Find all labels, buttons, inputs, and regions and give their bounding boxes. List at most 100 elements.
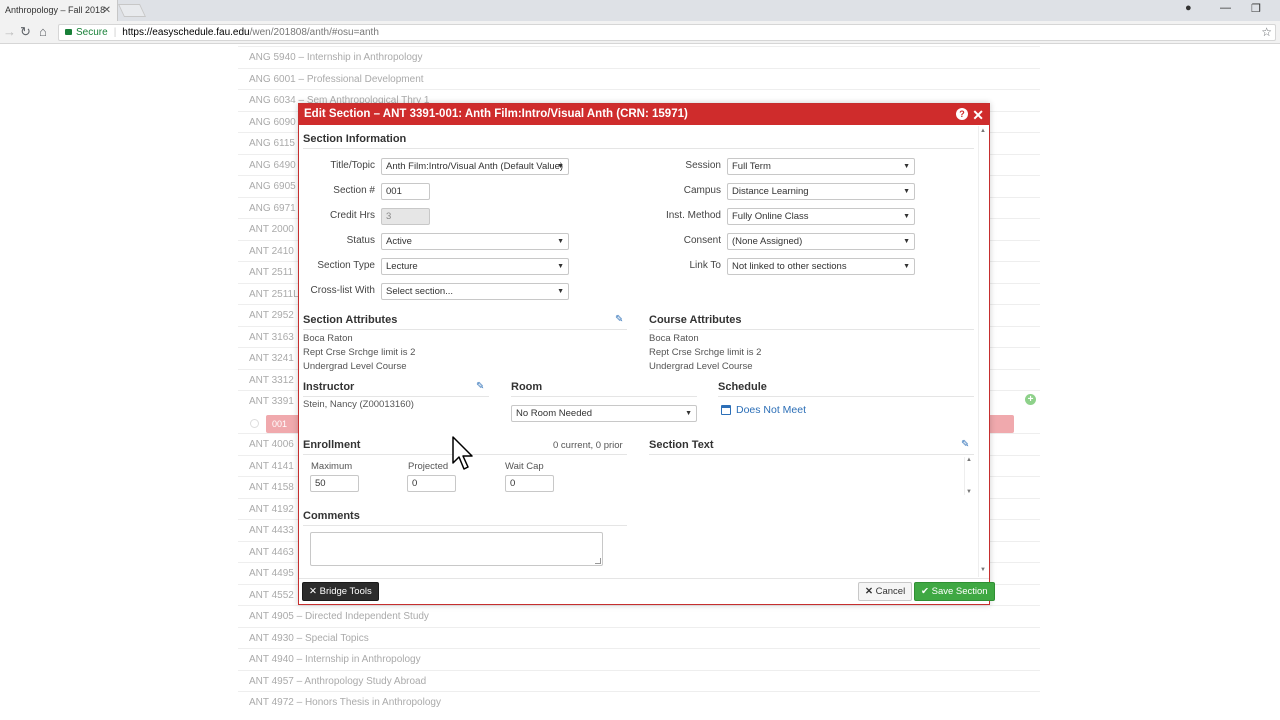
section-attribute: Boca Raton [303,333,353,344]
course-attribute: Rept Crse Srchge limit is 2 [649,347,762,358]
field-label: Consent [683,235,721,246]
course-row[interactable]: ANT 4940 – Internship in Anthropology [238,648,1040,669]
schedule-link[interactable]: Does Not Meet [736,404,806,416]
close-icon[interactable]: ✕ [972,105,984,125]
section-text-scrollbar[interactable]: ▲ ▼ [964,457,972,495]
enrollment-summary: 0 current, 0 prior [553,440,623,451]
browser-tab-title: Anthropology – Fall 2018 [5,5,106,15]
chevron-down-icon: ▼ [557,263,564,270]
instructor-heading: Instructor [303,381,489,397]
section-radio[interactable] [250,419,259,428]
tab-close-icon[interactable]: ✕ [103,0,111,21]
cancel-x-icon: ✕ [865,586,873,597]
resize-grip-icon[interactable] [595,558,601,564]
chevron-down-icon: ▼ [903,238,910,245]
comments-heading: Comments [303,510,627,526]
scroll-down-icon[interactable]: ▼ [966,489,972,495]
edit-section-modal: Edit Section – ANT 3391-001: Anth Film:I… [298,103,995,605]
profile-icon[interactable]: ● [1185,2,1192,14]
scroll-up-icon[interactable]: ▲ [966,457,972,463]
field-label: Title/Topic [330,160,375,171]
field-select-value: (None Assigned) [732,236,803,247]
chevron-down-icon: ▼ [557,238,564,245]
field-select-value: Full Term [732,161,771,172]
maximum-input[interactable]: 50 [310,475,359,492]
url-separator: | [113,27,117,38]
projected-input[interactable]: 0 [407,475,456,492]
save-section-button[interactable]: ✔ Save Section [914,582,995,601]
course-attribute: Undergrad Level Course [649,361,753,372]
field-label: Campus [683,185,721,196]
field-select[interactable]: Select section... ▼ [381,283,569,300]
reload-icon[interactable]: ↻ [20,24,31,40]
secure-label: Secure [76,27,108,38]
field-select-value: Not linked to other sections [732,261,847,272]
schedule-heading: Schedule [718,381,974,397]
cancel-button[interactable]: ✕ Cancel [858,582,913,601]
section-text-heading: Section Text [649,439,974,455]
add-section-icon[interactable]: + [1025,394,1036,405]
comments-textarea[interactable] [310,532,603,566]
modal-scrollbar[interactable] [978,126,988,577]
projected-label: Projected [408,461,449,472]
tools-icon: ✕ [309,586,317,597]
field-select[interactable]: Anth Film:Intro/Visual Anth (Default Val… [381,158,569,175]
course-row[interactable]: ANT 4930 – Special Topics [238,626,1040,648]
field-select-value: Active [386,236,412,247]
minimize-icon[interactable]: — [1220,2,1231,14]
url-host: https://easyschedule.fau.edu [122,27,250,38]
course-row[interactable]: ANG 6001 – Professional Development [238,67,1040,89]
bridge-tools-button[interactable]: ✕ Bridge Tools [302,582,379,601]
edit-instructor-pencil-icon[interactable]: ✎ [476,381,484,392]
field-input[interactable]: 001 [381,183,430,200]
modal-title: Edit Section – ANT 3391-001: Anth Film:I… [304,108,688,120]
field-label: Inst. Method [665,210,721,221]
section-attribute: Undergrad Level Course [303,361,407,372]
lock-icon [65,29,72,35]
field-select[interactable]: Active ▼ [381,233,569,250]
browser-tab[interactable]: Anthropology – Fall 2018 ✕ [0,0,118,21]
scroll-up-icon[interactable]: ▲ [980,128,986,134]
edit-section-attributes-pencil-icon[interactable]: ✎ [615,314,623,325]
field-select[interactable]: Full Term ▼ [727,158,915,175]
field-select[interactable]: (None Assigned) ▼ [727,233,915,250]
field-select[interactable]: Lecture ▼ [381,258,569,275]
chevron-down-icon: ▼ [557,288,564,295]
help-icon[interactable]: ? [956,108,968,120]
new-tab-button[interactable] [117,4,147,17]
calendar-icon [721,405,731,415]
field-select[interactable]: Fully Online Class ▼ [727,208,915,225]
field-select[interactable]: Not linked to other sections ▼ [727,258,915,275]
modal-footer-divider [299,578,989,579]
section-attribute: Rept Crse Srchge limit is 2 [303,347,416,358]
home-icon[interactable]: ⌂ [39,24,47,39]
field-select-value: Lecture [386,261,418,272]
field-label: Status [346,235,375,246]
field-label: Cross-list With [310,285,375,296]
field-label: Section Type [317,260,375,271]
browser-tabbar: Anthropology – Fall 2018 ✕ ● — ❐ [0,0,1280,21]
restore-icon[interactable]: ❐ [1251,2,1261,15]
cancel-label: Cancel [875,586,906,597]
check-icon: ✔ [921,586,929,597]
field-label: Credit Hrs [329,210,375,221]
bridge-tools-label: Bridge Tools [319,586,372,597]
course-row[interactable]: ANT 4972 – Honors Thesis in Anthropology [238,691,1040,712]
address-bar[interactable]: Secure | https://easyschedule.fau.edu/wen/… [58,24,1276,41]
waitcap-input[interactable]: 0 [505,475,554,492]
course-row[interactable]: ANT 4957 – Anthropology Study Abroad [238,669,1040,691]
mouse-cursor-icon [452,436,473,470]
back-icon[interactable]: → [3,24,16,39]
bookmark-star-icon[interactable]: ☆ [1261,25,1272,40]
field-select-value: Distance Learning [732,186,809,197]
field-select[interactable]: Distance Learning ▼ [727,183,915,200]
url-path: /wen/201808/anth/#osu=anth [249,27,379,38]
edit-section-text-pencil-icon[interactable]: ✎ [961,439,969,450]
chevron-down-icon: ▼ [685,410,692,417]
chevron-down-icon: ▼ [557,163,564,170]
scroll-down-icon[interactable]: ▼ [980,567,986,573]
course-row[interactable]: ANT 4905 – Directed Independent Study [238,605,1040,626]
course-row[interactable]: ANG 5940 – Internship in Anthropology [238,46,1040,67]
room-select[interactable]: No Room Needed ▼ [511,405,697,422]
room-heading: Room [511,381,697,397]
